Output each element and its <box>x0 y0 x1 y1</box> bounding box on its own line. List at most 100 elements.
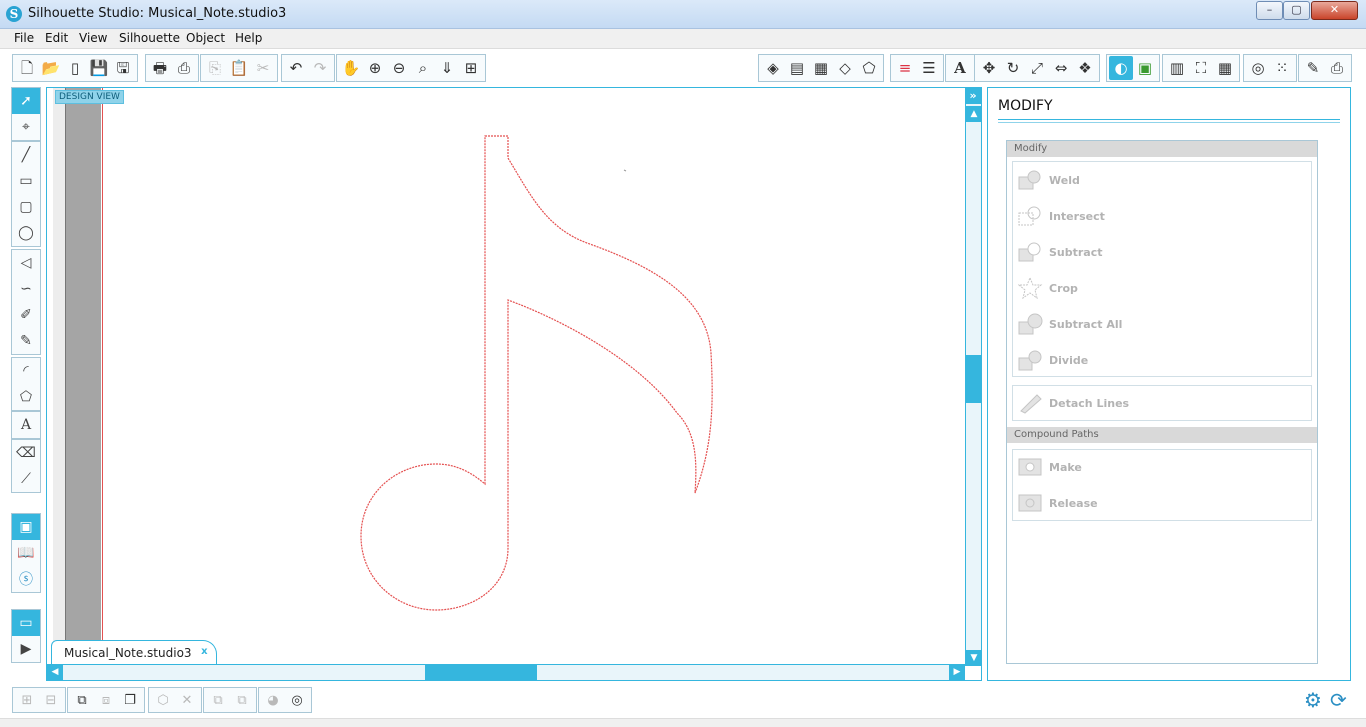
refresh-icon[interactable]: ⟳ <box>1330 688 1347 712</box>
duplicate-right-icon[interactable]: ⧉ <box>230 689 254 711</box>
release-compound-button[interactable]: Release <box>1018 491 1098 515</box>
move-icon[interactable]: ⇔ <box>1049 56 1073 80</box>
duplicate-icon[interactable]: ⧉ <box>206 689 230 711</box>
vertical-scrollbar[interactable]: ▲ ▼ <box>965 88 982 666</box>
rounded-rectangle-tool-icon[interactable]: ▢ <box>12 194 40 220</box>
menu-help[interactable]: Help <box>235 31 262 45</box>
line-tool-icon[interactable]: ╱ <box>12 142 40 168</box>
replicate-icon[interactable]: ❖ <box>1073 56 1097 80</box>
zoom-select-icon[interactable]: ⌕ <box>411 56 435 80</box>
play-icon[interactable]: ▶ <box>12 636 40 662</box>
transparency-icon[interactable]: ◇ <box>833 56 857 80</box>
fill-color-icon[interactable]: ◈ <box>761 56 785 80</box>
nesting-icon[interactable]: ▣ <box>1133 56 1157 80</box>
ellipse-tool-icon[interactable]: ◯ <box>12 220 40 246</box>
rhinestone-icon[interactable]: ⁙ <box>1270 56 1294 80</box>
select-all-icon[interactable]: ⬡ <box>151 689 175 711</box>
silhouette-store-icon[interactable]: ⓢ <box>12 566 40 592</box>
settings-gear-icon[interactable]: ⚙ <box>1304 688 1322 712</box>
offset-quick-icon[interactable]: ◎ <box>285 689 309 711</box>
make-compound-button[interactable]: Make <box>1018 455 1082 479</box>
line-color-icon[interactable]: ≡ <box>893 56 917 80</box>
scroll-up-button[interactable]: ▲ <box>966 106 982 122</box>
menu-edit[interactable]: Edit <box>45 31 68 45</box>
ungroup-icon[interactable]: ⊟ <box>39 689 63 711</box>
weld-button[interactable]: Weld <box>1018 168 1080 192</box>
save-to-library-icon[interactable]: 🖫 <box>111 56 135 80</box>
undo-icon[interactable]: ↶ <box>284 56 308 80</box>
bring-forward-icon[interactable]: ❐ <box>118 689 142 711</box>
minimize-button[interactable]: – <box>1256 1 1283 20</box>
design-canvas[interactable]: DESIGN VIEW » ▲ ▼ Musical_Note.studio3 x… <box>46 87 982 681</box>
copy-icon[interactable]: ⎘ <box>203 56 227 80</box>
rectangle-tool-icon[interactable]: ▭ <box>12 168 40 194</box>
send-to-back-icon[interactable]: ⧈ <box>94 689 118 711</box>
cut-icon[interactable]: ✂ <box>251 56 275 80</box>
spiral-icon[interactable]: ◎ <box>1246 56 1270 80</box>
arc-tool-icon[interactable]: ◜ <box>12 358 40 384</box>
select-arrow-icon[interactable]: ➚ <box>12 88 40 114</box>
menu-file[interactable]: File <box>14 31 34 45</box>
scroll-right-button[interactable]: ▶ <box>949 665 965 680</box>
library-icon[interactable]: 📖 <box>12 540 40 566</box>
detach-lines-button[interactable]: Detach Lines <box>1018 391 1129 415</box>
design-page-icon[interactable]: ▣ <box>12 514 40 540</box>
musical-note-shape[interactable] <box>47 88 965 664</box>
zoom-in-icon[interactable]: ⊕ <box>363 56 387 80</box>
edit-points-icon[interactable]: ⌖ <box>12 114 40 140</box>
fill-gradient-icon[interactable]: ▤ <box>785 56 809 80</box>
crop-button[interactable]: Crop <box>1017 276 1078 300</box>
horizontal-scroll-thumb[interactable] <box>425 665 537 680</box>
curve-tool-icon[interactable]: ∽ <box>12 276 40 302</box>
rotate-icon[interactable]: ↻ <box>1001 56 1025 80</box>
scroll-left-button[interactable]: ◀ <box>47 665 63 680</box>
line-style-icon[interactable]: ⬠ <box>857 56 881 80</box>
close-button[interactable]: ✕ <box>1311 1 1358 20</box>
intersect-button[interactable]: Intersect <box>1018 204 1105 228</box>
pan-hand-icon[interactable]: ✋ <box>339 56 363 80</box>
redo-icon[interactable]: ↷ <box>308 56 332 80</box>
subtract-button[interactable]: Subtract <box>1018 240 1103 264</box>
modify-icon[interactable]: ◐ <box>1109 56 1133 80</box>
window-icon[interactable]: ▭ <box>12 610 40 636</box>
group-icon[interactable]: ⊞ <box>15 689 39 711</box>
zoom-out-icon[interactable]: ⊖ <box>387 56 411 80</box>
subtract-all-button[interactable]: Subtract All <box>1018 312 1122 336</box>
menu-object[interactable]: Object <box>186 31 225 45</box>
menu-silhouette[interactable]: Silhouette <box>119 31 180 45</box>
collapse-panel-button[interactable]: » <box>965 88 981 104</box>
horizontal-scrollbar[interactable]: ◀ ▶ <box>47 664 965 680</box>
offset-icon[interactable]: ▥ <box>1165 56 1189 80</box>
vertical-scroll-thumb[interactable] <box>966 355 982 403</box>
print-icon[interactable]: 🖶 <box>148 56 172 80</box>
regular-polygon-tool-icon[interactable]: ⬠ <box>12 384 40 410</box>
bring-to-front-icon[interactable]: ⧉ <box>70 689 94 711</box>
open-folder-icon[interactable]: 📂 <box>39 56 63 80</box>
text-tool-icon[interactable]: A <box>12 412 40 438</box>
weld-quick-icon[interactable]: ◕ <box>261 689 285 711</box>
fill-pattern-icon[interactable]: ▦ <box>809 56 833 80</box>
maximize-button[interactable]: ▢ <box>1283 1 1310 20</box>
line-style-icon-2[interactable]: ☰ <box>917 56 941 80</box>
menu-view[interactable]: View <box>79 31 107 45</box>
paste-icon[interactable]: 📋 <box>227 56 251 80</box>
tab-close-icon[interactable]: x <box>201 640 207 664</box>
grid-icon[interactable]: ▦ <box>1213 56 1237 80</box>
scale-icon[interactable]: ⤢ <box>1025 56 1049 80</box>
zoom-page-icon[interactable]: ⊞ <box>459 56 483 80</box>
smooth-freehand-tool-icon[interactable]: ✎ <box>12 328 40 354</box>
freehand-tool-icon[interactable]: ✐ <box>12 302 40 328</box>
sd-card-icon[interactable]: ▯ <box>63 56 87 80</box>
deselect-icon[interactable]: ✕ <box>175 689 199 711</box>
new-document-icon[interactable]: 🗋 <box>15 56 39 80</box>
print-cut-icon[interactable]: ⎙ <box>172 56 196 80</box>
knife-tool-icon[interactable]: ⟋ <box>12 466 40 492</box>
document-tab[interactable]: Musical_Note.studio3 x <box>51 640 217 664</box>
text-style-icon[interactable]: A <box>948 56 972 80</box>
scroll-down-button[interactable]: ▼ <box>966 650 982 666</box>
eraser-tool-icon[interactable]: ⌫ <box>12 440 40 466</box>
sketch-icon[interactable]: ✎ <box>1301 56 1325 80</box>
align-icon[interactable]: ✥ <box>977 56 1001 80</box>
zoom-fit-icon[interactable]: ⇓ <box>435 56 459 80</box>
save-icon[interactable]: 💾 <box>87 56 111 80</box>
